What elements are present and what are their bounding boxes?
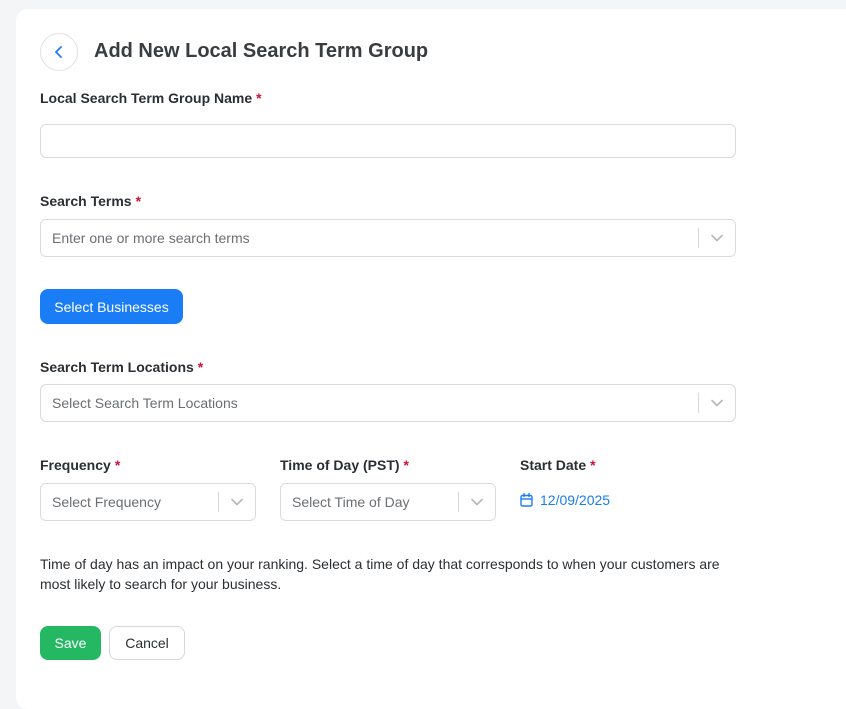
- required-marker: *: [403, 457, 409, 473]
- chevron-down-icon[interactable]: [459, 484, 495, 520]
- time-of-day-select[interactable]: Select Time of Day: [280, 483, 496, 521]
- chevron-left-icon: [55, 46, 62, 58]
- frequency-label: Frequency *: [40, 456, 120, 474]
- locations-label: Search Term Locations *: [40, 358, 203, 376]
- time-of-day-label: Time of Day (PST) *: [280, 456, 409, 474]
- start-date-label-text: Start Date: [520, 457, 587, 473]
- time-of-day-label-text: Time of Day (PST): [280, 457, 400, 473]
- group-name-label: Local Search Term Group Name *: [40, 89, 262, 107]
- group-name-input[interactable]: [40, 124, 736, 158]
- chevron-down-icon[interactable]: [699, 220, 735, 256]
- required-marker: *: [256, 90, 262, 106]
- required-marker: *: [197, 359, 204, 375]
- save-button[interactable]: Save: [40, 626, 101, 660]
- back-button[interactable]: [40, 33, 78, 71]
- search-terms-label-text: Search Terms: [40, 193, 132, 209]
- group-name-label-text: Local Search Term Group Name: [40, 90, 253, 106]
- page-title: Add New Local Search Term Group: [94, 40, 429, 62]
- locations-select[interactable]: Select Search Term Locations: [40, 384, 736, 422]
- select-businesses-button[interactable]: Select Businesses: [40, 289, 183, 324]
- required-marker: *: [135, 193, 142, 209]
- search-terms-select[interactable]: Enter one or more search terms: [40, 219, 736, 257]
- chevron-down-icon[interactable]: [219, 484, 255, 520]
- required-marker: *: [590, 457, 596, 473]
- locations-placeholder: Select Search Term Locations: [52, 395, 238, 411]
- start-date-value: 12/09/2025: [540, 492, 611, 508]
- start-date-picker[interactable]: 12/09/2025: [520, 492, 610, 508]
- frequency-label-text: Frequency: [40, 457, 111, 473]
- locations-label-text: Search Term Locations: [40, 359, 194, 375]
- cancel-button[interactable]: Cancel: [109, 626, 185, 660]
- time-of-day-help-text: Time of day has an impact on your rankin…: [40, 556, 720, 592]
- required-marker: *: [114, 457, 121, 473]
- start-date-label: Start Date *: [520, 456, 596, 474]
- frequency-placeholder: Select Frequency: [52, 494, 161, 510]
- chevron-down-icon[interactable]: [699, 385, 735, 421]
- search-terms-label: Search Terms *: [40, 192, 141, 210]
- time-of-day-placeholder: Select Time of Day: [292, 494, 410, 510]
- search-terms-placeholder: Enter one or more search terms: [52, 230, 250, 246]
- frequency-select[interactable]: Select Frequency: [40, 483, 256, 521]
- calendar-icon: [520, 493, 533, 507]
